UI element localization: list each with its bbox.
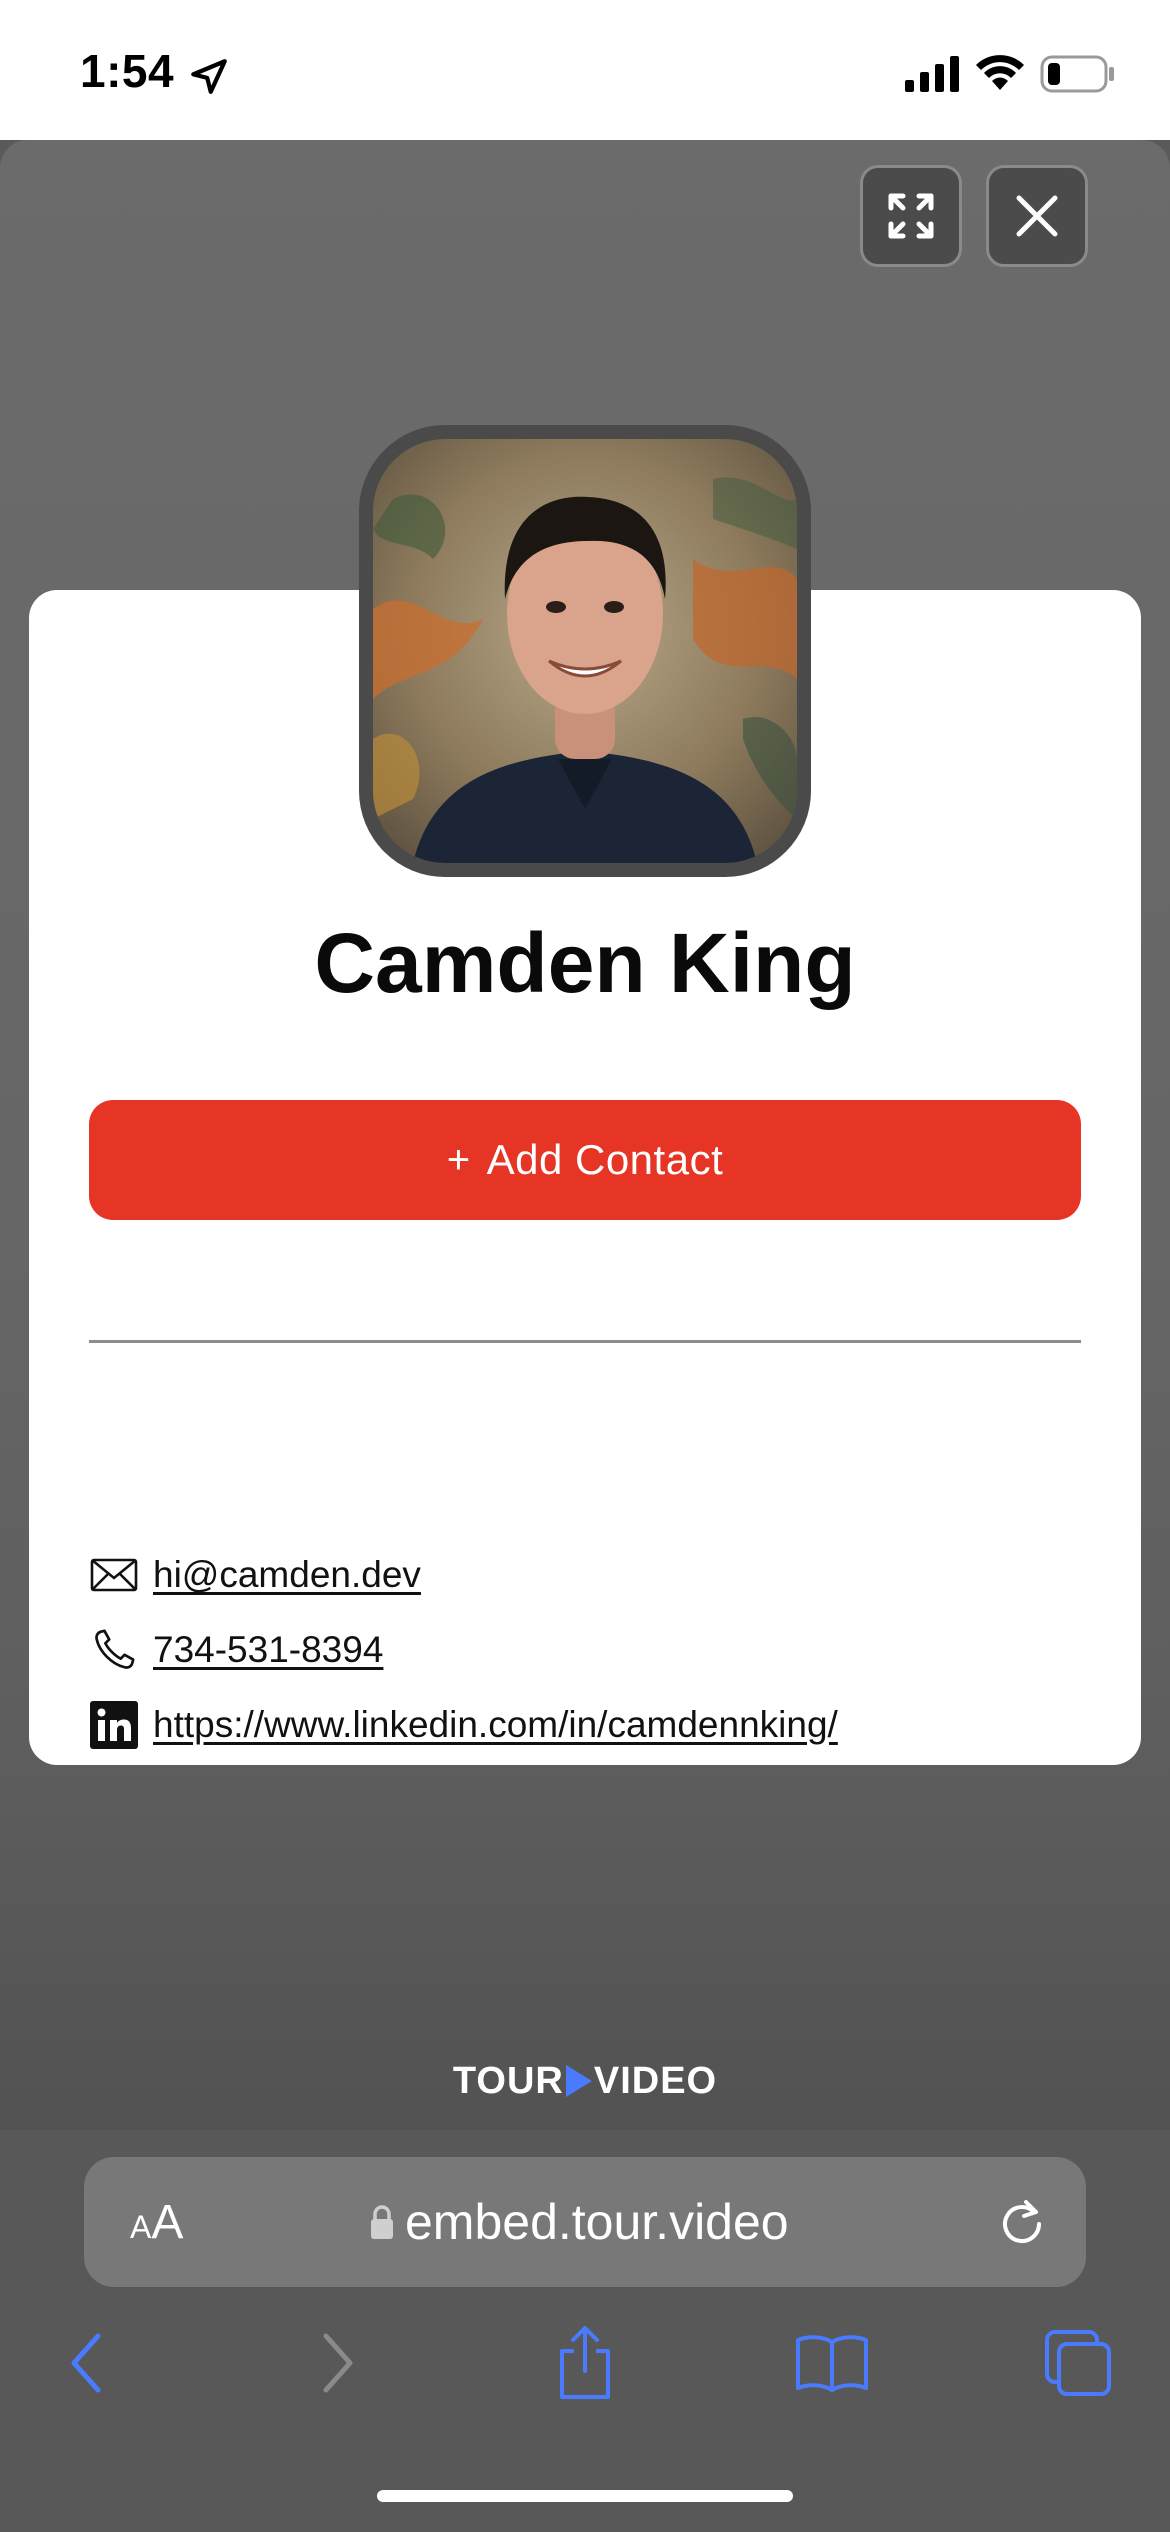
status-bar: 1:54 (0, 0, 1170, 140)
tourvideo-logo[interactable]: TOUR VIDEO (0, 2060, 1170, 2103)
phone-icon (89, 1625, 139, 1675)
location-arrow-icon (191, 59, 227, 94)
divider (89, 1340, 1081, 1343)
tabs-icon (1045, 2330, 1111, 2396)
share-icon (560, 2326, 610, 2399)
share-button[interactable] (547, 2325, 623, 2401)
url-display[interactable]: embed.tour.video (369, 2193, 789, 2251)
phone-row: 734-531-8394 (89, 1625, 383, 1675)
linkedin-link[interactable]: https://www.linkedin.com/in/camdennking/ (153, 1704, 838, 1746)
back-button[interactable] (48, 2325, 124, 2401)
status-time: 1:54 (80, 45, 175, 97)
profile-modal: Camden King + Add Contact hi@camden.dev … (0, 140, 1170, 2130)
add-contact-label: Add Contact (486, 1136, 724, 1183)
home-indicator[interactable] (377, 2490, 793, 2502)
email-row: hi@camden.dev (89, 1550, 421, 1600)
text-size-button[interactable]: AA (130, 2195, 183, 2250)
close-button[interactable] (986, 165, 1088, 267)
expand-icon (888, 193, 934, 239)
safari-chrome: AA embed.tour.video (0, 2130, 1170, 2532)
add-contact-button[interactable]: + Add Contact (89, 1100, 1081, 1220)
lock-icon (371, 2205, 393, 2239)
tabs-button[interactable] (1040, 2325, 1116, 2401)
email-link[interactable]: hi@camden.dev (153, 1554, 421, 1596)
bookmarks-icon (796, 2335, 868, 2392)
plus-icon: + (446, 1137, 471, 1182)
profile-photo (373, 439, 797, 863)
linkedin-row: https://www.linkedin.com/in/camdennking/ (89, 1700, 838, 1750)
linkedin-icon (89, 1700, 139, 1750)
cellular-signal-icon (905, 56, 959, 92)
close-icon (1016, 195, 1058, 237)
address-bar[interactable]: AA embed.tour.video (84, 2157, 1086, 2287)
back-icon (71, 2333, 101, 2393)
reload-icon[interactable] (994, 2194, 1050, 2250)
profile-name: Camden King (314, 916, 856, 1010)
play-icon (565, 2065, 592, 2097)
bookmarks-button[interactable] (794, 2325, 870, 2401)
battery-icon (1040, 55, 1114, 93)
envelope-icon (89, 1550, 139, 1600)
phone-link[interactable]: 734-531-8394 (153, 1629, 383, 1671)
wifi-icon (976, 55, 1024, 90)
forward-icon (323, 2333, 353, 2393)
forward-button[interactable] (300, 2325, 376, 2401)
expand-button[interactable] (860, 165, 962, 267)
avatar (359, 425, 811, 877)
